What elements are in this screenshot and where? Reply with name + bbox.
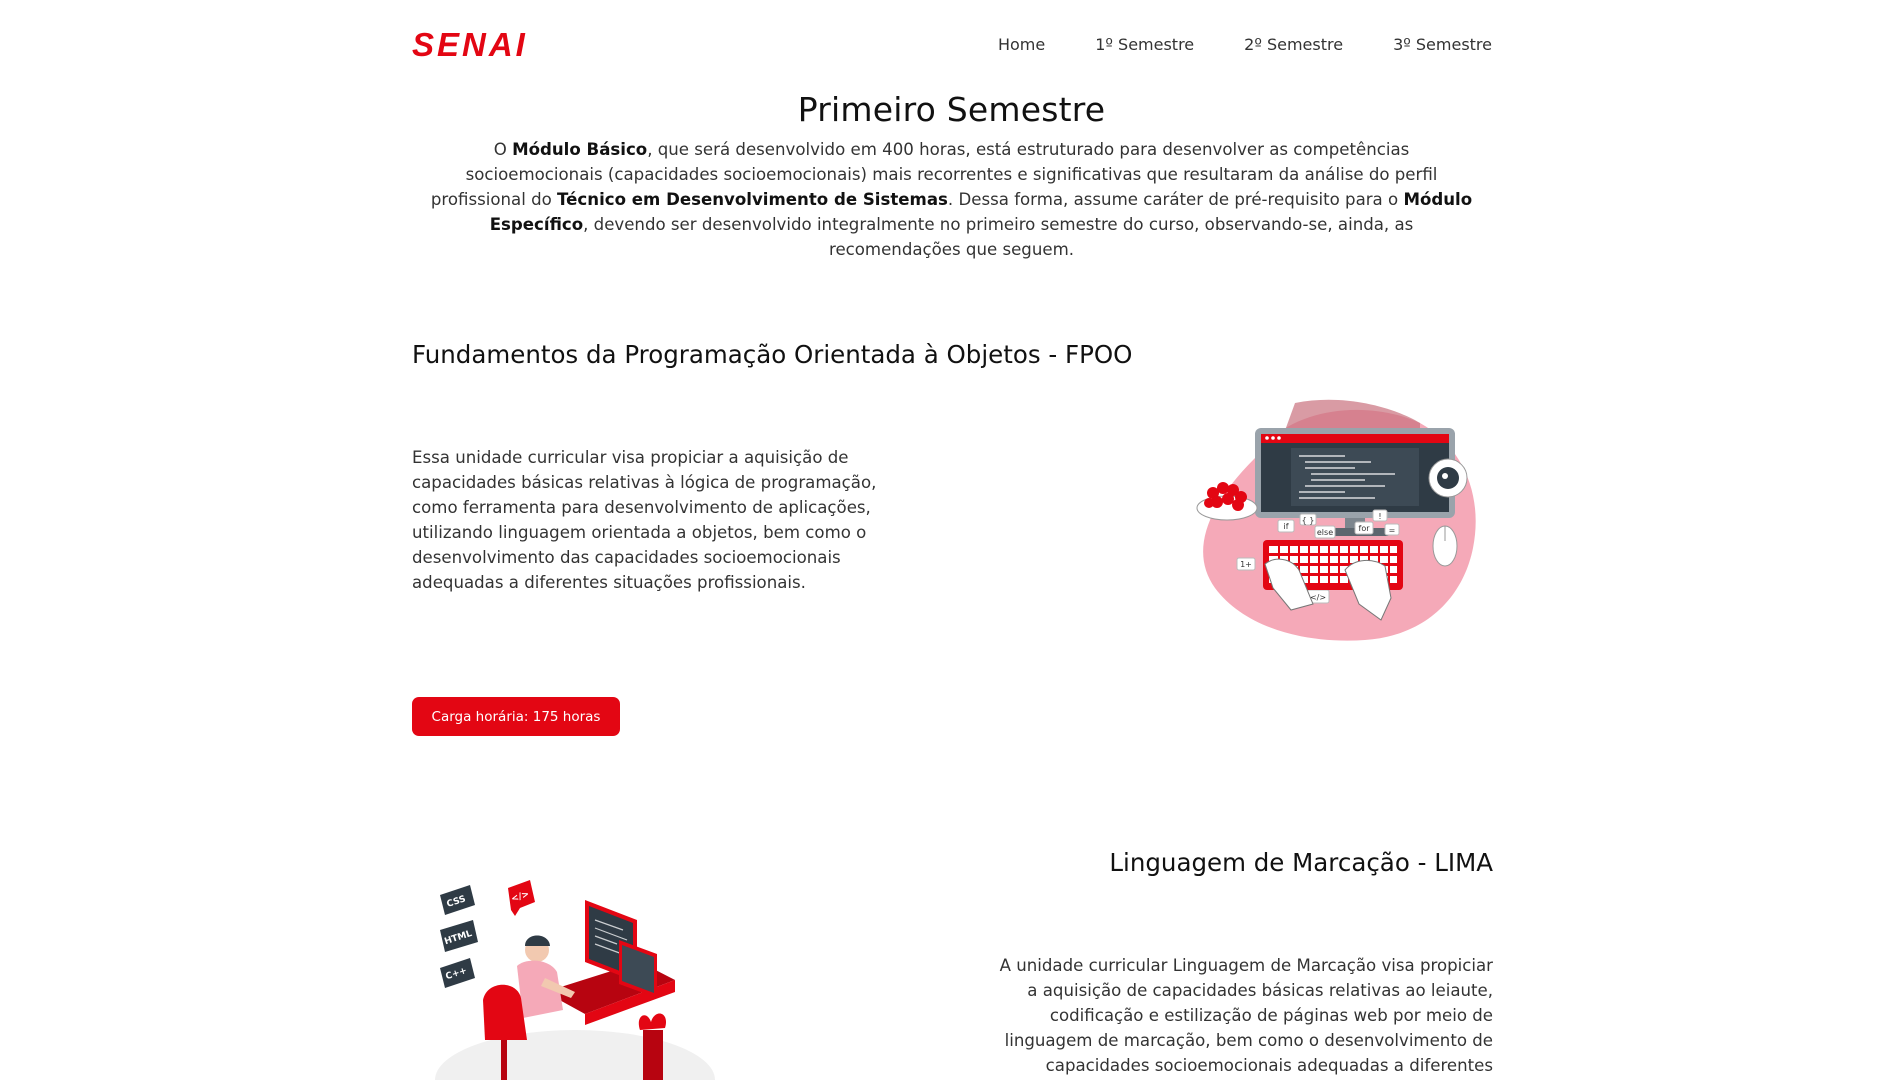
main-menu: Home 1º Semestre 2º Semestre 3º Semestre: [948, 35, 1492, 54]
svg-text:!: !: [1378, 512, 1381, 521]
web-developer-illustration: CSS HTML C++ </>: [435, 880, 715, 1080]
senai-logo[interactable]: SENAI: [412, 26, 528, 64]
code-tag-label: </>: [1310, 593, 1326, 602]
intro-text-1: O: [493, 140, 513, 159]
intro-bold-tecnico: Técnico em Desenvolvimento de Sistemas: [557, 190, 948, 209]
nav-semestre-2[interactable]: 2º Semestre: [1244, 35, 1343, 54]
fpoo-workload-badge[interactable]: Carga horária: 175 horas: [412, 697, 620, 736]
nav-home[interactable]: Home: [998, 35, 1045, 54]
svg-text:=: =: [1389, 526, 1396, 535]
increment-label: 1+: [1240, 560, 1252, 569]
intro-paragraph: O Módulo Básico, que será desenvolvido e…: [425, 137, 1478, 262]
else-label: else: [1317, 528, 1333, 537]
nav-semestre-3[interactable]: 3º Semestre: [1393, 35, 1492, 54]
intro-text-3: . Dessa forma, assume caráter de pré-req…: [947, 190, 1404, 209]
if-label: if: [1283, 522, 1288, 531]
page-title: Primeiro Semestre: [797, 90, 1106, 129]
lima-title: Linguagem de Marcação - LIMA: [1109, 848, 1493, 877]
for-label: for: [1359, 524, 1371, 533]
top-navbar: SENAI Home 1º Semestre 2º Semestre 3º Se…: [412, 22, 1492, 66]
braces-label: { }: [1302, 516, 1315, 525]
fpoo-description: Essa unidade curricular visa propiciar a…: [412, 448, 877, 592]
nav-semestre-1[interactable]: 1º Semestre: [1095, 35, 1194, 54]
fpoo-title: Fundamentos da Programação Orientada à O…: [412, 340, 1133, 369]
intro-bold-modulo-basico: Módulo Básico: [512, 140, 648, 159]
intro-text-4: , devendo ser desenvolvido integralmente…: [583, 215, 1414, 259]
coding-keyboard-illustration: if else for { } 1+ </> = !: [1196, 399, 1476, 641]
lima-description: A unidade curricular Linguagem de Marcaç…: [999, 956, 1493, 1075]
